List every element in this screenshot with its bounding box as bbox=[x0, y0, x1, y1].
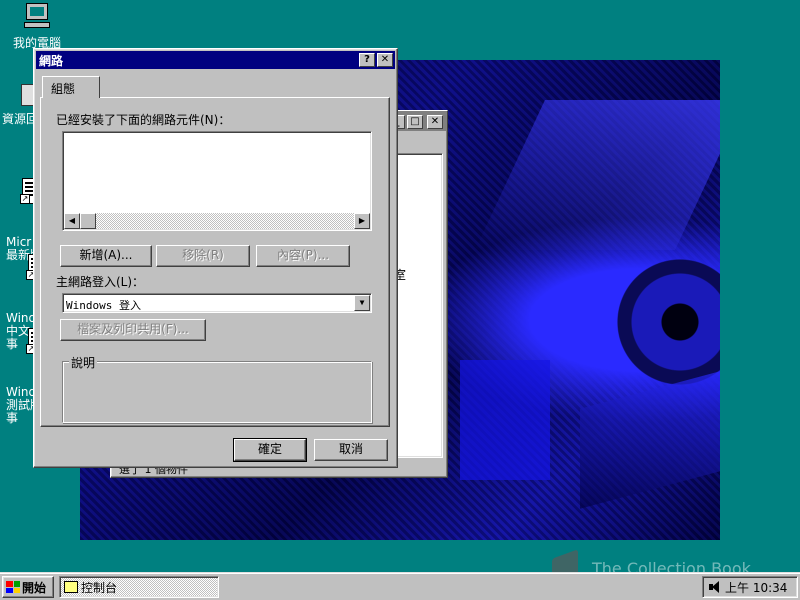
tab-configuration[interactable]: 組態 bbox=[42, 76, 100, 98]
ok-button[interactable]: 確定 bbox=[233, 438, 307, 462]
close-button[interactable]: ✕ bbox=[427, 115, 443, 129]
taskbar-button-control-panel[interactable]: 控制台 bbox=[59, 576, 219, 598]
wallpaper-beam bbox=[580, 371, 720, 509]
primary-logon-value: Windows 登入 bbox=[66, 299, 141, 312]
primary-logon-select[interactable]: Windows 登入 ▼ bbox=[62, 293, 372, 313]
close-button[interactable]: ✕ bbox=[377, 53, 393, 67]
components-label: 已經安裝了下面的網路元件(N)： bbox=[56, 113, 231, 127]
dialog-titlebar[interactable]: 網路 ? ✕ bbox=[36, 51, 395, 69]
task-label: 控制台 bbox=[81, 580, 118, 595]
horizontal-scrollbar[interactable]: ◀ ▶ bbox=[64, 213, 370, 229]
properties-button[interactable]: 內容(P)... bbox=[256, 245, 350, 267]
speaker-icon[interactable] bbox=[709, 581, 719, 593]
file-print-sharing-button[interactable]: 檔案及列印共用(F)... bbox=[60, 319, 206, 341]
wallpaper-beam bbox=[475, 100, 720, 250]
chevron-down-icon[interactable]: ▼ bbox=[354, 295, 370, 311]
windows-logo-icon bbox=[6, 581, 20, 593]
desktop-icon-my-computer[interactable]: 我的電腦 bbox=[2, 2, 72, 51]
cancel-button[interactable]: 取消 bbox=[314, 439, 388, 461]
wallpaper-beam bbox=[460, 360, 550, 480]
control-panel-icon bbox=[64, 581, 78, 593]
dialog-title: 網路 bbox=[39, 53, 64, 68]
network-dialog[interactable]: 網路 ? ✕ 組態 已經安裝了下面的網路元件(N)： ◀ ▶ 新增(A)... … bbox=[33, 48, 398, 468]
system-tray: 上午 10:34 bbox=[702, 576, 798, 598]
start-button[interactable]: 開始 bbox=[2, 576, 54, 598]
scroll-thumb[interactable] bbox=[80, 213, 96, 229]
taskbar: 開始 控制台 上午 10:34 bbox=[0, 572, 800, 600]
scroll-left-icon[interactable]: ◀ bbox=[64, 213, 80, 229]
scroll-right-icon[interactable]: ▶ bbox=[354, 213, 370, 229]
help-button[interactable]: ? bbox=[359, 53, 375, 67]
description-group: 說明 bbox=[62, 354, 372, 423]
add-button[interactable]: 新增(A)... bbox=[60, 245, 152, 267]
remove-button[interactable]: 移除(R) bbox=[156, 245, 250, 267]
maximize-button[interactable]: □ bbox=[407, 115, 423, 129]
computer-icon bbox=[21, 2, 53, 32]
start-label: 開始 bbox=[22, 580, 47, 595]
clock[interactable]: 上午 10:34 bbox=[725, 579, 787, 596]
description-label: 說明 bbox=[69, 354, 98, 371]
primary-logon-label: 主網路登入(L)： bbox=[56, 275, 145, 289]
